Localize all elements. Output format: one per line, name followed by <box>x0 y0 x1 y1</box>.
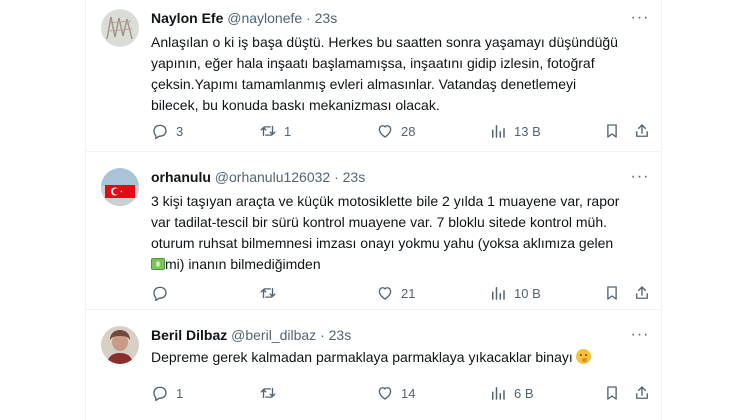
reply-button[interactable]: 1 <box>151 383 183 403</box>
face-emoji-icon <box>575 349 591 364</box>
tweet-text-line: var tadilat-tescil bir sürü kontrol muay… <box>151 214 607 230</box>
action-bar: 1 14 6 B <box>151 383 651 403</box>
share-button[interactable] <box>633 383 651 403</box>
tweet-text-line: oturum ruhsat bilmemnesi imzası onayı yo… <box>151 235 614 251</box>
bookmark-button[interactable] <box>603 383 621 403</box>
reply-button[interactable]: 3 <box>151 121 183 141</box>
tweet-text: Anlaşılan o ki iş başa düştü. Herkes bu … <box>151 32 651 116</box>
views-button[interactable]: 13 B <box>489 121 541 141</box>
views-button[interactable]: 6 B <box>489 383 534 403</box>
avatar[interactable] <box>101 326 139 364</box>
retweet-icon <box>260 125 276 137</box>
share-icon <box>636 386 648 399</box>
like-count: 21 <box>401 285 416 301</box>
share-icon <box>636 286 648 299</box>
tweet-text-line: Anlaşılan o ki iş başa düştü. Herkes bu … <box>151 34 618 50</box>
tweet-text-line: yapının, eğer hala inşaatı başlamamışsa,… <box>151 55 595 71</box>
like-button[interactable]: 14 <box>376 383 415 403</box>
reply-count: 1 <box>176 385 184 401</box>
reply-icon <box>153 286 167 302</box>
heart-icon <box>378 287 392 300</box>
tweet-header: Naylon Efe @naylonefe · 23s <box>151 10 337 27</box>
display-name[interactable]: Beril Dilbaz <box>151 327 227 343</box>
tweet-text-line: Depreme gerek kalmadan parmaklaya parmak… <box>151 347 651 368</box>
views-icon <box>492 287 505 300</box>
timeline: Naylon Efe @naylonefe · 23s ··· Anlaşıla… <box>0 0 730 420</box>
timestamp[interactable]: · 23s <box>320 327 351 343</box>
retweet-icon <box>260 287 276 299</box>
retweet-count: 1 <box>284 123 292 139</box>
retweet-button[interactable]: 1 <box>259 121 291 141</box>
handle[interactable]: @naylonefe <box>227 10 302 26</box>
like-button[interactable]: 21 <box>376 283 415 303</box>
tweet-header: Beril Dilbaz @beril_dilbaz · 23s <box>151 327 351 344</box>
views-count: 6 B <box>514 385 534 401</box>
like-count: 14 <box>401 385 416 401</box>
reply-count: 3 <box>176 123 184 139</box>
bookmark-button[interactable] <box>603 283 621 303</box>
tweet[interactable]: Naylon Efe @naylonefe · 23s ··· Anlaşıla… <box>85 0 662 152</box>
reply-button[interactable] <box>151 283 176 303</box>
views-icon <box>492 125 505 138</box>
timestamp[interactable]: · 23s <box>334 169 365 185</box>
action-bar: 3 1 28 13 B <box>151 121 651 141</box>
bookmark-icon <box>607 386 617 400</box>
retweet-icon <box>260 387 276 399</box>
tweet-text-line: çeksin.Yapımı tamamlanmış evleri almasın… <box>151 76 577 92</box>
tweet-text-line: 3 kişi taşıyan araçta ve küçük motosikle… <box>151 193 620 209</box>
more-icon[interactable]: ··· <box>630 10 650 26</box>
more-icon[interactable]: ··· <box>630 327 650 343</box>
handle[interactable]: @orhanulu126032 <box>215 169 330 185</box>
retweet-button[interactable] <box>259 283 284 303</box>
views-icon <box>492 387 505 400</box>
avatar[interactable] <box>101 9 139 47</box>
like-button[interactable]: 28 <box>376 121 415 141</box>
display-name[interactable]: Naylon Efe <box>151 10 223 26</box>
views-count: 10 B <box>514 285 541 301</box>
bookmark-icon <box>607 124 617 138</box>
heart-icon <box>378 125 392 138</box>
bookmark-icon <box>607 286 617 300</box>
views-button[interactable]: 10 B <box>489 283 541 303</box>
retweet-button[interactable] <box>259 383 284 403</box>
bookmark-button[interactable] <box>603 121 621 141</box>
tweet-text-fragment: Depreme gerek kalmadan parmaklaya parmak… <box>151 349 573 365</box>
tweet-text-line: mi) inanın bilmediğimden <box>151 254 651 275</box>
views-count: 13 B <box>514 123 541 139</box>
tweet[interactable]: orhanulu @orhanulu126032 · 23s ··· 3 kiş… <box>85 152 662 310</box>
tweet-text: Depreme gerek kalmadan parmaklaya parmak… <box>151 347 651 368</box>
reply-icon <box>153 124 167 140</box>
money-emoji-icon <box>151 258 165 270</box>
tweet[interactable]: Beril Dilbaz @beril_dilbaz · 23s ··· Dep… <box>85 310 662 420</box>
more-icon[interactable]: ··· <box>630 169 650 185</box>
avatar[interactable] <box>101 168 139 206</box>
tweet-header: orhanulu @orhanulu126032 · 23s <box>151 169 365 186</box>
tweet-text-line: bilecek, bu konuda baskı mekanizması ola… <box>151 97 440 113</box>
share-icon <box>636 124 648 137</box>
reply-icon <box>153 386 167 402</box>
display-name[interactable]: orhanulu <box>151 169 211 185</box>
tweet-text-fragment: mi) inanın bilmediğimden <box>165 256 321 272</box>
share-button[interactable] <box>633 283 651 303</box>
share-button[interactable] <box>633 121 651 141</box>
like-count: 28 <box>401 123 416 139</box>
tweet-text: 3 kişi taşıyan araçta ve küçük motosikle… <box>151 191 651 275</box>
handle[interactable]: @beril_dilbaz <box>231 327 316 343</box>
timestamp[interactable]: · 23s <box>306 10 337 26</box>
heart-icon <box>378 387 392 400</box>
action-bar: 21 10 B <box>151 283 651 303</box>
